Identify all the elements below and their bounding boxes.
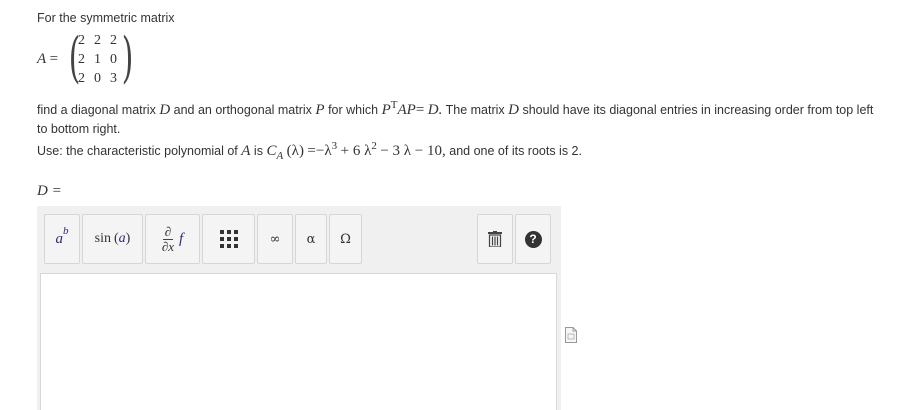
- matrix-grid-icon: [219, 230, 238, 248]
- infinity-button[interactable]: ∞: [257, 214, 293, 264]
- matrix-cell: 2: [78, 33, 85, 48]
- eq-p: PTAP: [381, 99, 416, 118]
- var-p: P: [315, 102, 325, 118]
- use-is: is: [253, 144, 263, 158]
- superscript-base: a: [55, 230, 64, 247]
- eq-equals: =: [415, 102, 425, 118]
- find-part2: and an orthogonal matrix: [173, 103, 312, 117]
- matrix-cell: 2: [78, 52, 85, 67]
- matrix-equals: =: [49, 51, 59, 67]
- trash-icon: [488, 231, 502, 247]
- matrix-cell: 0: [94, 71, 101, 86]
- matrix-grid: 2 2 2 2 1 0 2 0 3: [78, 33, 126, 90]
- matrix-cell: 2: [94, 33, 101, 48]
- problem-statement: find a diagonal matrix D and an orthogon…: [37, 96, 877, 139]
- derivative-icon: ∂ ∂x f: [161, 223, 184, 254]
- char-poly-eq: =: [307, 143, 316, 159]
- find-part1: find a diagonal matrix: [37, 103, 156, 117]
- answer-label: D =: [37, 183, 62, 199]
- find-part3: for which: [328, 103, 379, 117]
- use-suffix: and one of its roots is 2.: [449, 144, 582, 158]
- help-icon: ?: [524, 230, 542, 248]
- greek-lower-button[interactable]: α: [295, 214, 327, 264]
- file-icon[interactable]: [565, 327, 577, 343]
- omega-icon: Ω: [340, 231, 351, 247]
- intro-text: For the symmetric matrix: [37, 11, 175, 25]
- var-d: D: [159, 102, 171, 118]
- answer-input-area[interactable]: [40, 273, 557, 410]
- superscript-button[interactable]: ab: [44, 214, 80, 264]
- sin-label: sin: [94, 231, 111, 246]
- function-button[interactable]: sin (a): [82, 214, 143, 264]
- sin-arg: (a): [114, 231, 131, 246]
- var-d2: D: [508, 102, 519, 118]
- hint-text: Use: the characteristic polynomial of A …: [37, 140, 582, 162]
- derivative-button[interactable]: ∂ ∂x f: [145, 214, 200, 264]
- matrix-cell: 2: [78, 71, 85, 86]
- use-var-a: A: [241, 143, 251, 159]
- editor-toolbar: ab sin (a) ∂ ∂x f ∞ α Ω ?: [37, 206, 561, 272]
- find-part4: The matrix: [445, 103, 505, 117]
- matrix-lhs: A =: [37, 51, 58, 68]
- math-editor: ab sin (a) ∂ ∂x f ∞ α Ω ?: [37, 206, 561, 410]
- infinity-icon: ∞: [269, 231, 281, 247]
- alpha-icon: α: [306, 231, 316, 247]
- greek-upper-button[interactable]: Ω: [329, 214, 362, 264]
- matrix-cell: 1: [94, 52, 101, 67]
- help-button[interactable]: ?: [515, 214, 551, 264]
- superscript-exp: b: [63, 225, 69, 237]
- char-poly-term3: − 3 λ − 10,: [380, 143, 446, 159]
- char-poly-term2: + 6 λ2: [340, 140, 377, 159]
- clear-button[interactable]: [477, 214, 513, 264]
- char-poly-c: CA: [266, 143, 284, 162]
- right-paren: ): [121, 26, 134, 89]
- eq-d: D.: [427, 102, 443, 118]
- use-prefix: Use: the characteristic polynomial of: [37, 144, 238, 158]
- matrix-name: A: [37, 51, 47, 67]
- char-poly-arg: (λ): [286, 143, 304, 159]
- char-poly-term1: −λ3: [315, 140, 338, 159]
- matrix-button[interactable]: [202, 214, 255, 264]
